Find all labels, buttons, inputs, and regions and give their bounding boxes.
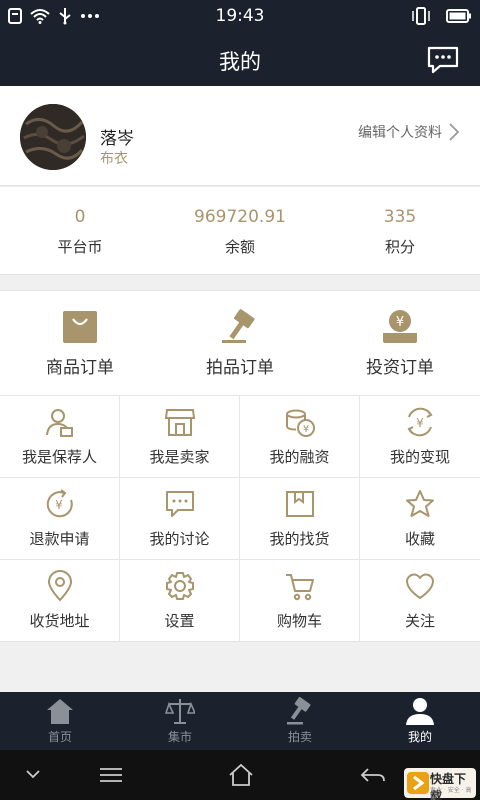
cart-icon — [286, 574, 314, 601]
star-icon — [406, 490, 434, 517]
order-label: 投资订单 — [366, 358, 434, 378]
profile-level: 布衣 — [100, 151, 128, 167]
order-label: 商品订单 — [46, 358, 114, 378]
stat-balance[interactable]: 969720.91 余额 — [160, 187, 320, 275]
grid-label: 我的找货 — [269, 530, 330, 548]
message-icon[interactable] — [426, 45, 460, 75]
cash-exchange-icon: ¥ — [407, 407, 433, 437]
refund-icon: ¥ — [46, 489, 73, 518]
shopping-bag-icon — [63, 311, 97, 343]
order-label: 拍品订单 — [206, 358, 274, 378]
sponsor-button[interactable]: 我是保荐人 — [0, 396, 120, 478]
profile-section: 落岑 布衣 编辑个人资料 — [0, 86, 480, 186]
coins-icon: ¥ — [286, 409, 315, 437]
status-time: 19:43 — [215, 6, 265, 26]
grid-label: 我是卖家 — [149, 448, 210, 466]
gavel-icon — [287, 697, 311, 725]
stat-value: 969720.91 — [194, 207, 286, 227]
grid-label: 我的讨论 — [149, 530, 210, 548]
profile-name: 落岑 — [100, 129, 134, 149]
system-nav-bar: 快盘下载 专业 · 安全 · 高速 — [0, 750, 480, 800]
svg-text:¥: ¥ — [416, 416, 424, 430]
watermark-icon — [407, 772, 429, 794]
stat-label: 平台币 — [57, 238, 103, 256]
watermark-logo: 快盘下载 专业 · 安全 · 高速 — [404, 768, 476, 800]
feature-grid: 我是保荐人 我是卖家 ¥ 我的融资 ¥ 我的变现 ¥ 退款申请 我的讨论 我的找… — [0, 396, 480, 642]
page-title: 我的 — [219, 50, 261, 74]
grid-label: 我是保荐人 — [21, 448, 97, 466]
goods-orders-button[interactable]: 商品订单 — [0, 291, 160, 395]
svg-text:¥: ¥ — [303, 424, 309, 435]
chevron-down-icon[interactable] — [18, 762, 48, 788]
heart-icon — [406, 573, 434, 599]
favorites-button[interactable]: 收藏 — [360, 478, 480, 560]
grid-label: 退款申请 — [29, 530, 90, 548]
watermark-subtitle: 专业 · 安全 · 高速 — [430, 787, 472, 800]
refund-button[interactable]: ¥ 退款申请 — [0, 478, 120, 560]
tab-mine[interactable]: 我的 — [360, 692, 480, 750]
investment-icon: ¥ — [383, 310, 417, 343]
seller-button[interactable]: 我是卖家 — [120, 396, 240, 478]
grid-label: 购物车 — [276, 612, 322, 630]
cart-button[interactable]: 购物车 — [240, 560, 360, 642]
grid-label: 收藏 — [404, 530, 435, 548]
stat-value: 0 — [74, 207, 86, 227]
stat-value: 335 — [383, 207, 417, 227]
tab-label: 拍卖 — [287, 730, 312, 744]
tab-label: 集市 — [167, 730, 192, 744]
cash-out-button[interactable]: ¥ 我的变现 — [360, 396, 480, 478]
edit-profile-link[interactable]: 编辑个人资料 — [358, 122, 460, 142]
status-bar: 19:43 — [0, 0, 480, 34]
menu-icon[interactable] — [96, 762, 126, 788]
location-pin-icon — [47, 570, 73, 602]
home-icon — [47, 699, 73, 724]
svg-text:¥: ¥ — [396, 315, 404, 330]
chat-icon — [166, 491, 194, 517]
status-right-icons — [410, 7, 472, 25]
orders-section: 商品订单 拍品订单 ¥ 投资订单 — [0, 290, 480, 396]
stat-points[interactable]: 335 积分 — [320, 187, 480, 275]
bottom-tab-bar: 首页 集市 拍卖 我的 — [0, 692, 480, 750]
battery-icon — [446, 9, 471, 23]
chevron-right-icon — [449, 123, 460, 141]
grid-label: 设置 — [164, 612, 195, 630]
investment-orders-button[interactable]: ¥ 投资订单 — [320, 291, 480, 395]
find-goods-icon — [286, 491, 314, 517]
user-icon — [406, 698, 434, 725]
tab-label: 首页 — [47, 730, 72, 744]
tab-label: 我的 — [407, 730, 432, 744]
stat-platform-coin[interactable]: 0 平台币 — [0, 187, 160, 275]
grid-label: 我的融资 — [269, 448, 330, 466]
grid-label: 收货地址 — [29, 612, 90, 630]
tab-market[interactable]: 集市 — [120, 692, 240, 750]
stat-label: 积分 — [384, 238, 415, 256]
auction-orders-button[interactable]: 拍品订单 — [160, 291, 320, 395]
stats-row: 0 平台币 969720.91 余额 335 积分 — [0, 187, 480, 275]
scale-icon — [165, 699, 195, 724]
back-icon[interactable] — [358, 762, 388, 788]
gavel-icon — [222, 309, 255, 343]
grid-label: 关注 — [404, 612, 435, 630]
store-icon — [164, 409, 196, 436]
home-nav-icon[interactable] — [226, 762, 256, 788]
tab-auction[interactable]: 拍卖 — [240, 692, 360, 750]
grid-label: 我的变现 — [389, 448, 450, 466]
header-bar: 我的 — [0, 34, 480, 86]
vibrate-icon — [412, 7, 430, 25]
gear-icon — [166, 572, 194, 600]
edit-profile-label: 编辑个人资料 — [358, 125, 442, 141]
sponsor-icon — [46, 409, 73, 437]
address-button[interactable]: 收货地址 — [0, 560, 120, 642]
discussion-button[interactable]: 我的讨论 — [120, 478, 240, 560]
follow-button[interactable]: 关注 — [360, 560, 480, 642]
tab-home[interactable]: 首页 — [0, 692, 120, 750]
avatar[interactable] — [20, 104, 86, 170]
stat-label: 余额 — [224, 238, 255, 256]
svg-text:¥: ¥ — [55, 498, 63, 512]
financing-button[interactable]: ¥ 我的融资 — [240, 396, 360, 478]
find-goods-button[interactable]: 我的找货 — [240, 478, 360, 560]
settings-button[interactable]: 设置 — [120, 560, 240, 642]
